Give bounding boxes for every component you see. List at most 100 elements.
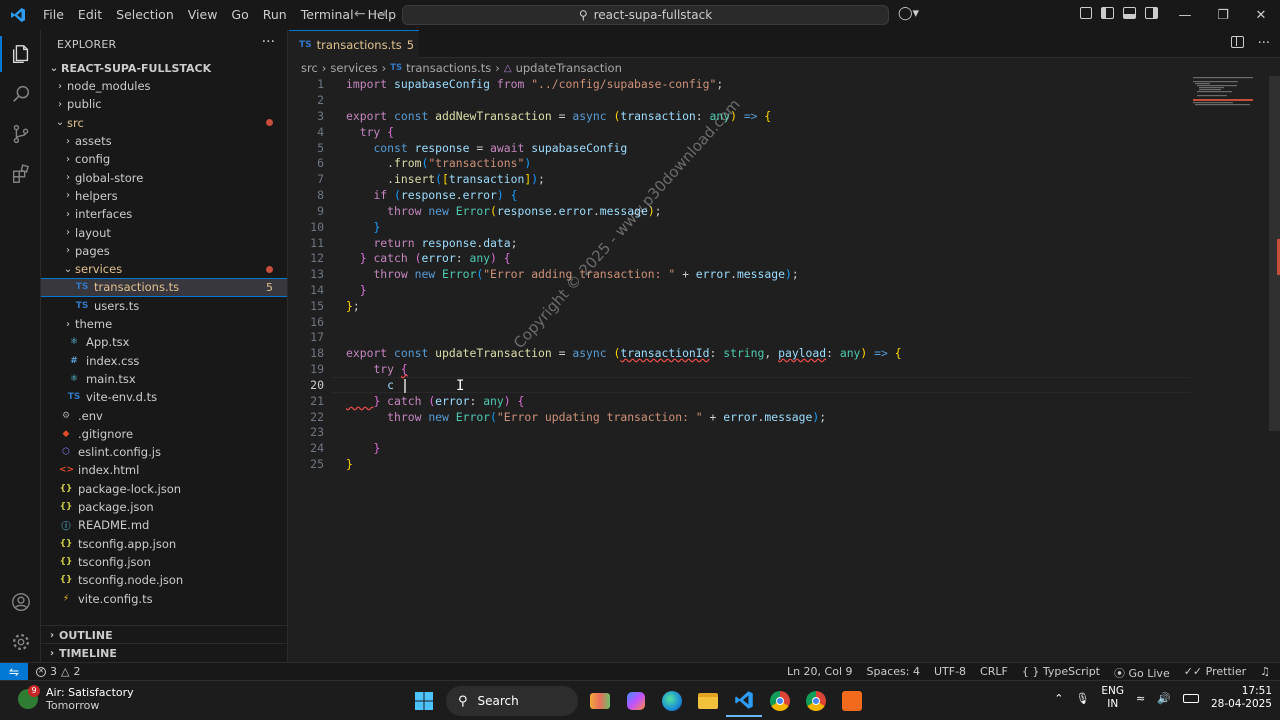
more-actions-icon[interactable]: ··· [1258, 36, 1270, 51]
file-transactions-ts[interactable]: TS transactions.ts 5 [41, 278, 287, 297]
indentation[interactable]: Spaces: 4 [867, 665, 920, 681]
language-primary: ENG [1101, 685, 1125, 697]
minimize-icon[interactable]: — [1166, 0, 1204, 30]
code-editor[interactable]: 1 2 3 4 5 6 7 8 9 10 11 12 13 14 15 16 17 18 19 20 21 22 23 24 2… [289, 76, 1280, 662]
vscode-taskbar-icon[interactable] [726, 685, 762, 717]
file-main-tsx[interactable]: ⚛ main.tsx [41, 370, 287, 388]
file-tsconfig-json[interactable]: {} tsconfig.json [41, 553, 287, 571]
customize-layout-icon[interactable] [1080, 7, 1092, 19]
file-env[interactable]: ⚙ .env [41, 406, 287, 424]
file-eslint-config-js[interactable]: ⬡ eslint.config.js [41, 443, 287, 461]
wifi-icon[interactable]: ≈ [1136, 692, 1145, 705]
tab-transactions-ts[interactable]: TS transactions.ts 5 [289, 30, 419, 58]
eslint-file-icon: ⬡ [62, 447, 70, 458]
restore-icon[interactable]: ❐ [1204, 0, 1242, 30]
extensions-icon[interactable] [0, 154, 41, 194]
account-icon[interactable] [0, 582, 41, 622]
minimap[interactable] [1193, 76, 1273, 116]
file-users-ts[interactable]: TS users.ts [41, 297, 287, 315]
file-vite-config-ts[interactable]: ⚡ vite.config.ts [41, 589, 287, 607]
source-control-icon[interactable] [0, 114, 41, 154]
menu-view[interactable]: View [181, 0, 225, 30]
weather-widget[interactable]: 9 Air: Satisfactory Tomorrow [18, 685, 134, 712]
file-readme-md[interactable]: ⓘ README.md [41, 516, 287, 534]
end-of-line[interactable]: CRLF [980, 665, 1008, 681]
settings-gear-icon[interactable] [0, 622, 41, 662]
file-index-css[interactable]: # index.css [41, 352, 287, 370]
copilot-icon[interactable] [618, 685, 654, 717]
folder-layout[interactable]: › layout [41, 223, 287, 241]
html-file-icon: <> [59, 465, 75, 476]
folder-assets[interactable]: › assets [41, 132, 287, 150]
search-icon[interactable] [0, 74, 41, 114]
project-folder-header[interactable]: ⌄ REACT-SUPA-FULLSTACK [41, 59, 287, 77]
tray-expand-icon[interactable]: ⌃ [1054, 692, 1063, 705]
copilot-icon[interactable]: ◯▾ [898, 6, 919, 21]
folder-src[interactable]: ⌄ src [41, 114, 287, 132]
explorer-icon[interactable] [0, 34, 41, 74]
clock[interactable]: 17:51 28-04-2025 [1211, 685, 1272, 711]
menu-file[interactable]: File [36, 0, 71, 30]
toggle-primary-sidebar-icon[interactable] [1101, 7, 1114, 19]
notifications-bell-icon[interactable]: ♫ [1260, 665, 1270, 681]
breadcrumb-file[interactable]: transactions.ts [406, 61, 491, 75]
folder-helpers[interactable]: › helpers [41, 187, 287, 205]
widgets-icon[interactable] [582, 685, 618, 717]
chevron-right-icon: › [66, 190, 70, 202]
taskbar-search[interactable]: ⚲ Search [446, 686, 578, 716]
forward-arrow-icon[interactable]: → [376, 6, 388, 22]
windows-start-icon[interactable] [406, 685, 442, 717]
file-app-tsx[interactable]: ⚛ App.tsx [41, 333, 287, 351]
prettier-button[interactable]: ✓✓ Prettier [1184, 665, 1246, 681]
file-tsconfig-app-json[interactable]: {} tsconfig.app.json [41, 535, 287, 553]
file-vite-env-d-ts[interactable]: TS vite-env.d.ts [41, 388, 287, 406]
file-index-html[interactable]: <> index.html [41, 461, 287, 479]
file-tsconfig-node-json[interactable]: {} tsconfig.node.json [41, 571, 287, 589]
menu-terminal[interactable]: Terminal [294, 0, 361, 30]
language-indicator[interactable]: ENG IN [1101, 685, 1124, 711]
menu-selection[interactable]: Selection [109, 0, 181, 30]
volume-icon[interactable]: 🔊 [1157, 692, 1171, 705]
file-package-lock-json[interactable]: {} package-lock.json [41, 480, 287, 498]
folder-config[interactable]: › config [41, 150, 287, 168]
command-center[interactable]: ⚲ react-supa-fullstack [402, 5, 889, 25]
edge-browser-icon[interactable] [654, 685, 690, 717]
encoding[interactable]: UTF-8 [934, 665, 966, 681]
go-live-button[interactable]: ⦿ Go Live [1114, 665, 1170, 681]
remote-icon[interactable]: ⇋ [0, 663, 28, 681]
file-explorer-icon[interactable] [690, 685, 726, 717]
breadcrumb-symbol[interactable]: updateTransaction [516, 61, 622, 75]
folder-services[interactable]: ⌄ services [41, 260, 287, 278]
toggle-secondary-sidebar-icon[interactable] [1145, 7, 1158, 19]
file-gitignore[interactable]: ◆ .gitignore [41, 425, 287, 443]
folder-node-modules[interactable]: › node_modules [41, 77, 287, 95]
menu-go[interactable]: Go [224, 0, 255, 30]
more-actions-icon[interactable]: ··· [262, 34, 275, 50]
cursor-position[interactable]: Ln 20, Col 9 [787, 665, 853, 681]
microphone-icon[interactable]: 🎙 [1075, 692, 1089, 705]
chrome-icon[interactable] [762, 685, 798, 717]
folder-pages[interactable]: › pages [41, 242, 287, 260]
chrome-profile-icon[interactable] [798, 685, 834, 717]
breadcrumb-src[interactable]: src [301, 61, 318, 75]
tree-item-label: App.tsx [86, 335, 130, 350]
back-arrow-icon[interactable]: ← [354, 6, 366, 22]
outline-section[interactable]: › OUTLINE [41, 625, 287, 645]
code-line-22: throw new Error("Error updating transact… [387, 410, 827, 424]
problems-indicator[interactable]: ✕ 3 △ 2 [36, 665, 80, 678]
split-editor-icon[interactable] [1230, 36, 1244, 48]
breadcrumb-services[interactable]: services [330, 61, 377, 75]
folder-global-store[interactable]: › global-store [41, 169, 287, 187]
folder-theme[interactable]: › theme [41, 315, 287, 333]
file-package-json[interactable]: {} package.json [41, 498, 287, 516]
folder-interfaces[interactable]: › interfaces [41, 205, 287, 223]
battery-icon[interactable] [1182, 693, 1199, 703]
menu-edit[interactable]: Edit [71, 0, 109, 30]
folder-public[interactable]: › public [41, 95, 287, 113]
timeline-section[interactable]: › TIMELINE [41, 643, 287, 663]
language-mode[interactable]: { } TypeScript [1022, 665, 1100, 681]
toggle-panel-icon[interactable] [1123, 7, 1136, 19]
recorder-app-icon[interactable] [834, 685, 870, 717]
close-icon[interactable]: ✕ [1242, 0, 1280, 30]
menu-run[interactable]: Run [256, 0, 294, 30]
